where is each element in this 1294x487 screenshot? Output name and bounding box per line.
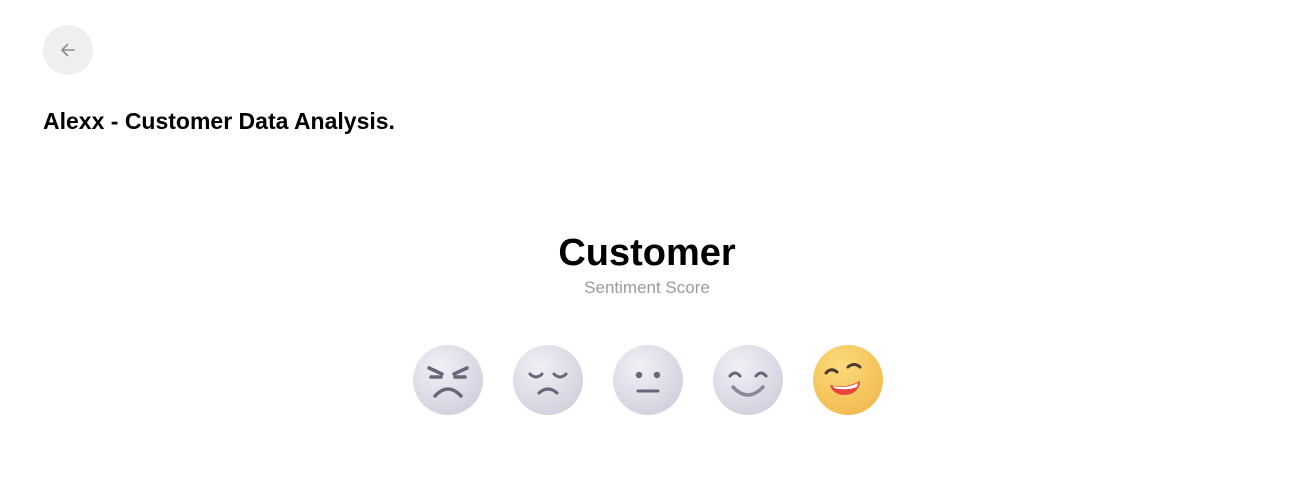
sad-face-icon bbox=[513, 345, 583, 415]
back-button[interactable] bbox=[43, 25, 93, 75]
sentiment-option-very-happy[interactable] bbox=[813, 345, 883, 415]
arrow-left-icon bbox=[61, 43, 75, 57]
page: Alexx - Customer Data Analysis. Customer… bbox=[0, 0, 1294, 487]
angry-face-icon bbox=[413, 345, 483, 415]
sentiment-option-happy[interactable] bbox=[713, 345, 783, 415]
sentiment-option-sad[interactable] bbox=[513, 345, 583, 415]
smiling-face-icon bbox=[713, 345, 783, 415]
neutral-face-icon bbox=[613, 345, 683, 415]
sentiment-option-neutral[interactable] bbox=[613, 345, 683, 415]
sentiment-option-angry[interactable] bbox=[413, 345, 483, 415]
section-subheading: Sentiment Score bbox=[584, 278, 710, 297]
page-title: Alexx - Customer Data Analysis. bbox=[43, 108, 395, 134]
sentiment-options bbox=[413, 345, 883, 415]
sentiment-header: Customer Sentiment Score bbox=[0, 228, 1294, 298]
section-heading: Customer bbox=[558, 232, 736, 274]
grinning-face-icon bbox=[813, 345, 883, 415]
